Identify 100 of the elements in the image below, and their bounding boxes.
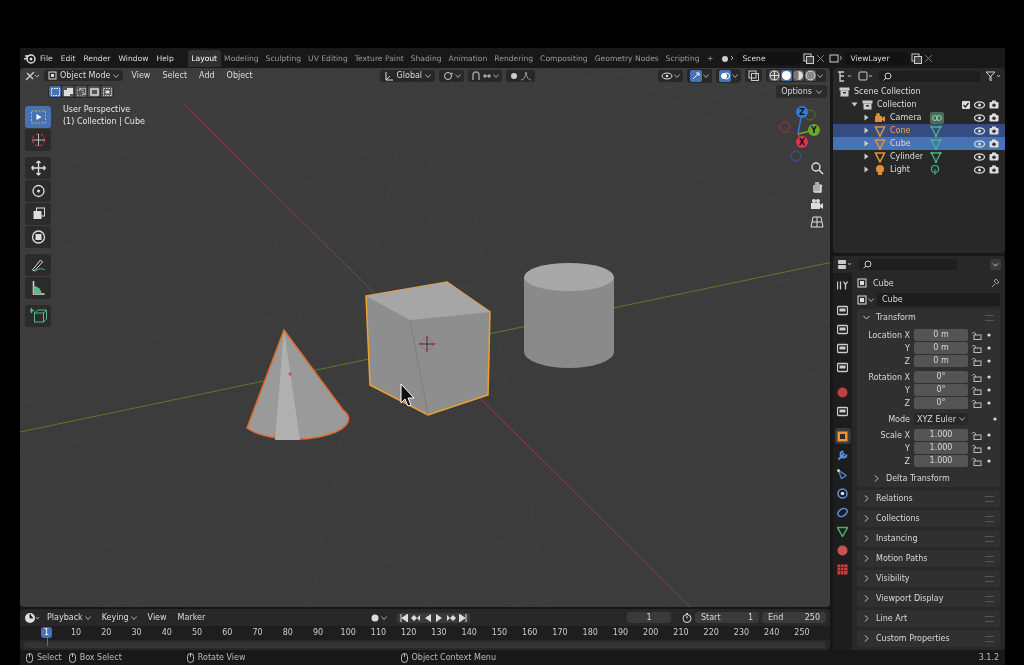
disclosure-triangle[interactable] xyxy=(863,153,870,160)
eye-icon[interactable] xyxy=(974,113,985,122)
navigation-gizmo[interactable]: Z X Y xyxy=(770,104,826,166)
shading-button[interactable] xyxy=(805,70,816,81)
mesh-data-icon[interactable] xyxy=(930,150,942,163)
number-field[interactable]: 1.000 xyxy=(914,442,968,454)
number-field[interactable]: 1.000 xyxy=(914,429,968,441)
chevron-icon[interactable] xyxy=(873,475,880,482)
snap-magnet-icon[interactable] xyxy=(471,70,482,81)
padlock-icon[interactable] xyxy=(970,372,982,382)
viewport-menu[interactable]: Add xyxy=(195,71,219,80)
editor-type-icon[interactable] xyxy=(837,259,853,270)
camera-icon[interactable] xyxy=(989,165,999,174)
viewport-menu[interactable]: Select xyxy=(158,71,192,80)
panel-header[interactable]: Relations xyxy=(876,494,913,503)
light-data-icon[interactable] xyxy=(930,163,940,176)
pivot-icon[interactable] xyxy=(442,70,455,81)
orientation-dropdown[interactable]: Global xyxy=(379,69,436,82)
falloff-curve-icon[interactable] xyxy=(520,70,533,81)
rotation-mode-dropdown[interactable]: XYZ Euler xyxy=(914,413,968,425)
record-icon[interactable] xyxy=(369,612,380,623)
current-frame-field[interactable]: 1 xyxy=(627,612,671,623)
chevron-icon[interactable] xyxy=(863,595,870,602)
end-frame-field[interactable]: End 250 xyxy=(762,612,826,623)
panel-header[interactable]: Line Art xyxy=(876,614,908,623)
camera-icon[interactable] xyxy=(989,100,999,109)
subpanel-header[interactable]: Delta Transform xyxy=(886,474,950,483)
eye-icon[interactable] xyxy=(974,100,985,109)
chevron-icon[interactable] xyxy=(863,515,870,522)
camera-icon[interactable] xyxy=(989,113,999,122)
padlock-icon[interactable] xyxy=(970,456,982,466)
outliner-row[interactable]: Cylinder xyxy=(833,150,1005,163)
close-icon[interactable] xyxy=(816,53,826,63)
pin-icon[interactable] xyxy=(990,278,1000,288)
image-stack-icon[interactable] xyxy=(829,53,844,63)
padlock-icon[interactable] xyxy=(970,443,982,453)
close-icon[interactable] xyxy=(924,53,934,63)
selection-mode-button[interactable] xyxy=(75,86,87,97)
chevron-icon[interactable] xyxy=(863,615,870,622)
cube-object[interactable] xyxy=(365,281,491,416)
gizmo-axis-handle[interactable]: Y xyxy=(808,124,820,136)
camera-data-icon[interactable] xyxy=(930,111,944,124)
outliner-item[interactable]: Scene Collection xyxy=(854,87,921,96)
number-field[interactable]: 0° xyxy=(914,384,968,396)
disclosure-triangle[interactable] xyxy=(863,166,870,173)
zoom-icon[interactable] xyxy=(810,161,824,175)
padlock-icon[interactable] xyxy=(970,385,982,395)
editor-type-icon[interactable] xyxy=(24,611,40,624)
keyframe-dot-icon[interactable] xyxy=(987,459,991,463)
eye-icon[interactable] xyxy=(974,165,985,174)
object-icon[interactable] xyxy=(857,294,867,305)
gizmo-axis-handle[interactable]: Z xyxy=(796,106,808,118)
selection-mode-button[interactable] xyxy=(101,86,113,97)
outliner-row[interactable]: Light xyxy=(833,163,1005,176)
playhead[interactable]: 1 xyxy=(41,627,53,638)
camera-icon[interactable] xyxy=(810,197,824,211)
eye-icon[interactable] xyxy=(974,126,985,135)
keyframe-dot-icon[interactable] xyxy=(987,401,991,405)
outliner-row[interactable]: Cone xyxy=(833,124,1005,137)
padlock-icon[interactable] xyxy=(970,398,982,408)
chevron-icon[interactable] xyxy=(863,635,870,642)
outliner-item[interactable]: Collection xyxy=(877,100,917,109)
shading-button[interactable] xyxy=(781,70,792,81)
jump-end-icon[interactable] xyxy=(458,613,467,622)
filter-image-icon[interactable] xyxy=(858,71,874,82)
keyframe-dot-icon[interactable] xyxy=(993,417,997,421)
outliner-row[interactable]: Cube xyxy=(833,137,1005,150)
cylinder-object[interactable] xyxy=(524,263,614,368)
chevron-icon[interactable] xyxy=(863,535,870,542)
number-field[interactable]: 0 m xyxy=(914,355,968,367)
number-field[interactable]: 0° xyxy=(914,397,968,409)
chevron-icon[interactable] xyxy=(863,314,870,321)
gizmo-toggle-icon[interactable] xyxy=(690,69,702,82)
padlock-icon[interactable] xyxy=(970,430,982,440)
disclosure-triangle[interactable] xyxy=(863,114,870,121)
keyframe-dot-icon[interactable] xyxy=(987,388,991,392)
outliner-item[interactable]: Cylinder xyxy=(890,152,926,161)
keyframe-dot-icon[interactable] xyxy=(987,446,991,450)
app-logo-icon[interactable] xyxy=(24,52,36,64)
prev-keyframe-icon[interactable] xyxy=(410,613,421,622)
play-reverse-icon[interactable] xyxy=(423,613,432,622)
dropdown-caret-icon[interactable] xyxy=(990,259,1001,270)
keyframe-dot-icon[interactable] xyxy=(987,375,991,379)
panel-header[interactable]: Instancing xyxy=(876,534,918,543)
number-field[interactable]: 0° xyxy=(914,371,968,383)
disclosure-triangle[interactable] xyxy=(851,101,858,108)
panel-header[interactable]: Motion Paths xyxy=(876,554,928,563)
exclude-checkbox[interactable] xyxy=(962,100,970,109)
selection-mode-button[interactable] xyxy=(88,86,100,97)
jump-start-icon[interactable] xyxy=(399,613,408,622)
keyframe-dot-icon[interactable] xyxy=(987,333,991,337)
options-dropdown[interactable]: Options xyxy=(776,85,827,98)
chevron-icon[interactable] xyxy=(863,555,870,562)
chevron-icon[interactable] xyxy=(863,495,870,502)
search-field[interactable] xyxy=(879,71,980,82)
padlock-icon[interactable] xyxy=(970,356,982,366)
eye-icon[interactable] xyxy=(974,152,985,161)
panel-header[interactable]: Visibility xyxy=(876,574,910,583)
grid-icon[interactable] xyxy=(810,215,824,229)
object-name-field[interactable]: Cube xyxy=(877,293,1000,306)
